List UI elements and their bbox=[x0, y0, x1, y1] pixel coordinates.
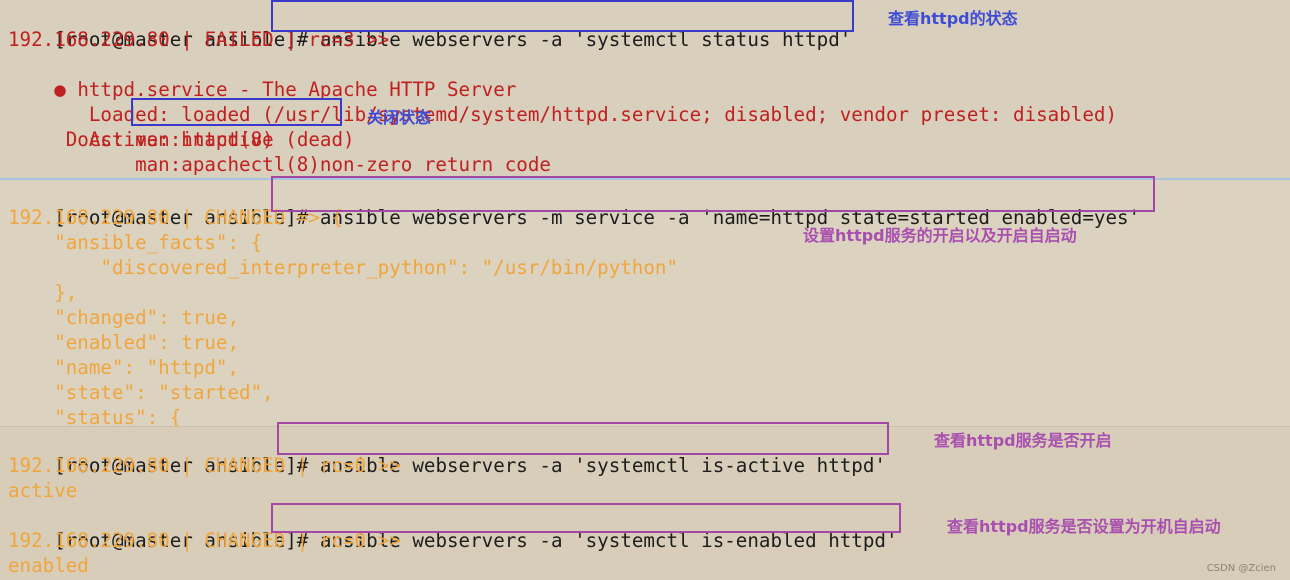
service-line: ● httpd.service - The Apache HTTP Server bbox=[8, 52, 516, 101]
highlight-box-service-command bbox=[271, 176, 1155, 212]
annotation-is-active: 查看httpd服务是否开启 bbox=[934, 431, 1112, 450]
output-line: "enabled": true, bbox=[8, 331, 240, 354]
annotation-is-enabled: 查看httpd服务是否设置为开机自启动 bbox=[947, 517, 1221, 536]
output-line: "ansible_facts": { bbox=[8, 231, 263, 254]
watermark: CSDN @Zcien bbox=[1206, 563, 1276, 574]
output-line: "changed": true, bbox=[8, 306, 240, 329]
host-result-line: 192.168.229.80 | CHANGED | rc=0 >> bbox=[8, 454, 401, 477]
docs-line-1: Docs: man:httpd(8) bbox=[8, 128, 274, 151]
terminal-panel-checks: [root@master ansible]# ansible webserver… bbox=[0, 422, 1290, 580]
annotation-check-status: 查看httpd的状态 bbox=[888, 9, 1018, 28]
highlight-box-inactive bbox=[131, 98, 342, 126]
annotation-inactive: 关闭状态 bbox=[367, 108, 432, 127]
annotation-service-start: 设置httpd服务的开启以及开启自启动 bbox=[803, 226, 1077, 245]
output-line: }, bbox=[8, 281, 78, 304]
highlight-box-is-enabled-command bbox=[271, 503, 901, 533]
result-value: enabled bbox=[8, 554, 89, 577]
terminal-panel-service-start: [root@master ansible]# ansible webserver… bbox=[0, 176, 1290, 429]
docs-line-2: man:apachectl(8)non-zero return code bbox=[8, 153, 551, 176]
output-line: "name": "httpd", bbox=[8, 356, 240, 379]
output-line: "discovered_interpreter_python": "/usr/b… bbox=[8, 256, 679, 279]
terminal-panel-status: [root@master ansible]# ansible webserver… bbox=[0, 0, 1290, 178]
result-value: active bbox=[8, 479, 78, 502]
highlight-box-status-command bbox=[271, 0, 854, 32]
highlight-box-is-active-command bbox=[277, 422, 889, 455]
output-line: "state": "started", bbox=[8, 381, 274, 404]
